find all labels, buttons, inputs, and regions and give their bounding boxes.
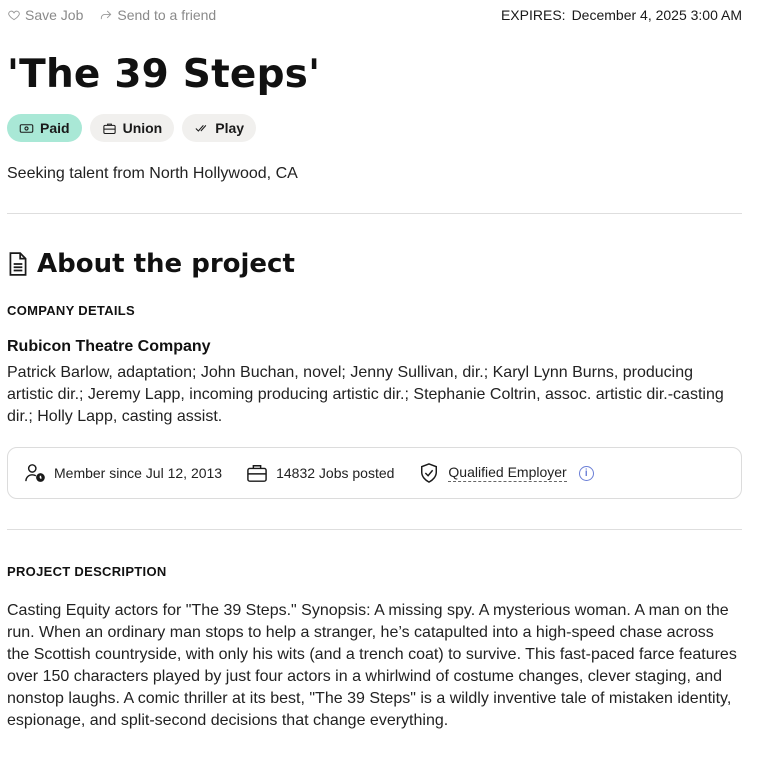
member-since-stat: Member since Jul 12, 2013 [24,463,222,483]
top-bar: Save Job Send to a friend EXPIRES: Decemb… [7,0,742,30]
employer-stats: Member since Jul 12, 2013 14832 Jobs pos… [7,447,742,499]
divider [7,213,742,214]
page-title: 'The 39 Steps' [7,52,321,97]
tag-label: Union [122,120,163,136]
page-content: Save Job Send to a friend EXPIRES: Decemb… [7,0,742,762]
divider [7,529,742,530]
about-heading: About the project [7,249,742,279]
tag-play: Play [182,114,257,142]
tag-union: Union [89,114,175,142]
shield-check-icon [421,463,438,483]
share-arrow-icon [101,10,112,20]
info-icon[interactable]: i [578,465,594,481]
briefcase-icon [102,123,116,134]
check-icon [195,124,207,132]
save-job-button[interactable]: Save Job [7,7,83,23]
qualified-employer-link[interactable]: Qualified Employer [448,464,567,482]
project-description-text: Casting Equity actors for "The 39 Steps.… [7,602,737,729]
qualified-employer-stat: Qualified Employer i [418,463,594,483]
expires-info: EXPIRES: December 4, 2025 3:00 AM [501,7,742,23]
expires-value: December 4, 2025 3:00 AM [571,7,742,23]
send-to-friend-button[interactable]: Send to a friend [99,7,216,23]
project-description-label: PROJECT DESCRIPTION [7,564,167,579]
tag-paid: Paid [7,114,82,142]
document-icon [9,252,27,276]
heart-icon [8,10,20,21]
briefcase-icon [247,465,267,482]
cash-icon [19,123,34,133]
about-title: About the project [37,249,295,279]
jobs-posted-stat: 14832 Jobs posted [246,463,394,483]
job-actions: Save Job Send to a friend [7,7,216,23]
company-name: Rubicon Theatre Company [7,338,211,355]
company-description: Patrick Barlow, adaptation; John Buchan,… [7,364,724,425]
job-tags: Paid Union Play [7,114,742,142]
expires-label: EXPIRES: [500,7,566,23]
send-to-friend-label: Send to a friend [117,7,217,23]
member-since-text: Member since Jul 12, 2013 [54,465,223,481]
jobs-posted-text: 14832 Jobs posted [276,465,395,481]
tag-label: Paid [40,120,70,136]
company-details-label: COMPANY DETAILS [7,303,136,318]
user-clock-icon [25,464,45,482]
seeking-location: Seeking talent from North Hollywood, CA [7,165,298,182]
tag-label: Play [215,120,245,136]
save-job-label: Save Job [25,7,84,23]
